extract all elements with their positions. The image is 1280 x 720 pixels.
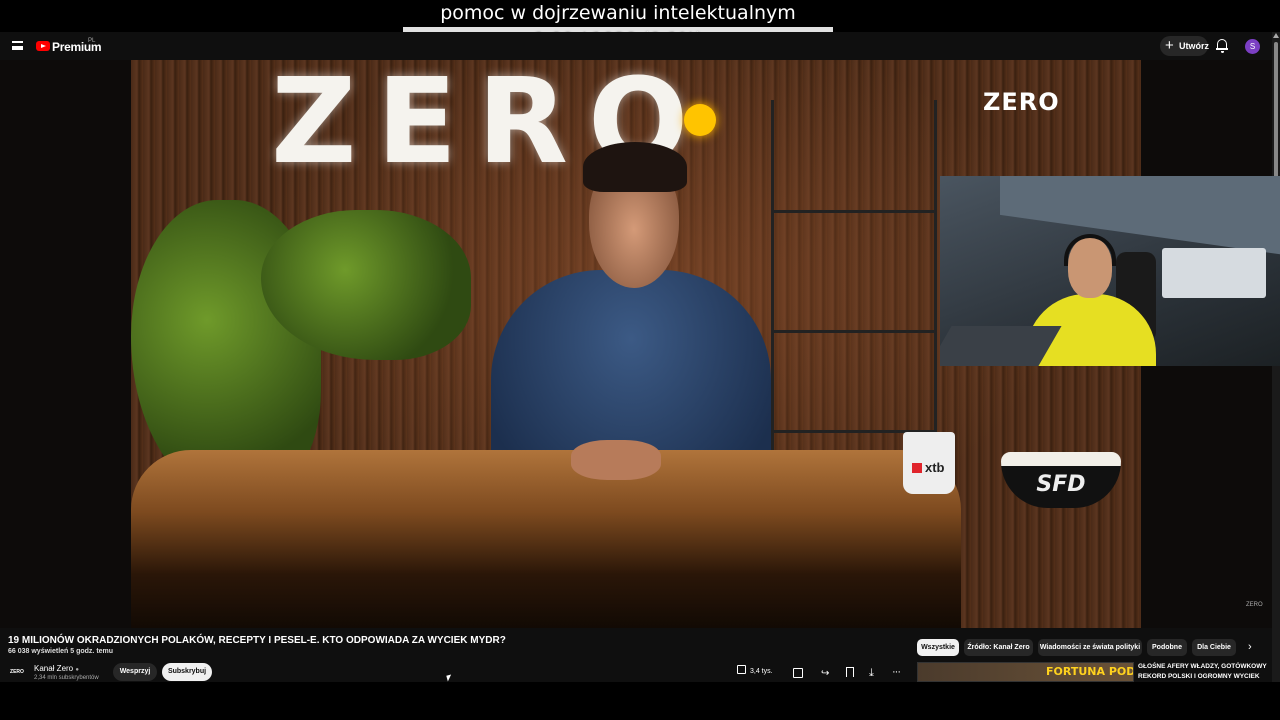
more-icon[interactable]: ···	[892, 664, 901, 680]
channel-watermark: ZERO	[983, 88, 1060, 116]
webcam-overlay	[940, 176, 1280, 366]
desk	[131, 450, 961, 628]
recommendation-thumbnail[interactable]: FORTUNA POD MATERACEM?!	[917, 662, 1134, 682]
recommendation-title[interactable]: GŁOŚNE AFERY WŁADZY, GOTÓWKOWY REKORD PO…	[1138, 662, 1270, 682]
chip-politics[interactable]: Wiadomości ze świata polityki	[1038, 639, 1142, 656]
dislike-icon[interactable]	[793, 668, 803, 678]
channel-name-text: Kanał Zero	[34, 664, 74, 673]
webcam-ceiling	[1000, 176, 1280, 258]
create-button[interactable]: + Utwórz	[1160, 36, 1209, 56]
support-button[interactable]: Wesprzyj	[113, 663, 157, 681]
video-title: 19 MILIONÓW OKRADZIONYCH POLAKÓW, RECEPT…	[8, 635, 506, 646]
subscribe-button[interactable]: Subskrybuj	[162, 663, 212, 681]
mug-label: xtb	[912, 460, 945, 475]
bell-icon[interactable]	[1216, 39, 1228, 53]
like-count: 3,4 tys.	[750, 668, 773, 675]
plus-icon: +	[1165, 37, 1174, 54]
youtube-topbar: Premium PL + Utwórz S	[0, 32, 1272, 60]
popcorn-bowl: SFD	[1001, 452, 1121, 508]
video-meta[interactable]: 66 038 wyświetleń 5 godz. temu	[8, 648, 113, 655]
mug: xtb	[903, 432, 955, 494]
sign-dot	[684, 104, 716, 136]
youtube-logo-icon[interactable]	[36, 41, 50, 51]
host-hands	[571, 440, 661, 480]
channel-avatar[interactable]: ZERO	[8, 666, 26, 678]
scroll-up-icon[interactable]	[1273, 33, 1279, 38]
verified-icon: ●	[75, 667, 79, 673]
chip-similar[interactable]: Podobne	[1147, 639, 1187, 656]
chip-source[interactable]: Źródło: Kanał Zero	[964, 639, 1033, 656]
overlay-title: pomoc w dojrzewaniu intelektualnym	[440, 2, 796, 24]
save-icon[interactable]	[846, 667, 854, 677]
scroll-thumb[interactable]	[1274, 42, 1278, 182]
chip-for-you[interactable]: Dla Ciebie	[1192, 639, 1236, 656]
like-button[interactable]: 3,4 tys.	[737, 664, 785, 680]
host-hair	[583, 142, 687, 192]
webcam-air-conditioner	[1162, 248, 1266, 298]
brand-region: PL	[88, 38, 96, 44]
channel-subs: 2,34 mln subskrybentów	[34, 675, 99, 681]
download-icon[interactable]: ⤓	[869, 665, 874, 681]
chip-all[interactable]: Wszystkie	[917, 639, 959, 656]
headset-icon	[1064, 234, 1116, 266]
channel-name[interactable]: Kanał Zero ●	[34, 664, 79, 673]
bowl-logo: SFD	[1036, 472, 1086, 497]
create-label: Utwórz	[1179, 41, 1209, 51]
corner-watermark: ZERO	[1246, 602, 1263, 608]
chevron-right-icon[interactable]: ›	[1248, 641, 1252, 653]
avatar[interactable]: S	[1245, 39, 1260, 54]
share-icon[interactable]: ↪	[821, 666, 829, 682]
video-info: 19 MILIONÓW OKRADZIONYCH POLAKÓW, RECEPT…	[0, 628, 1272, 682]
recommendation-thumb-text: FORTUNA POD MATERACEM?!	[1046, 665, 1134, 678]
menu-icon[interactable]	[12, 41, 23, 50]
like-icon	[737, 665, 746, 674]
shelf	[771, 100, 937, 480]
